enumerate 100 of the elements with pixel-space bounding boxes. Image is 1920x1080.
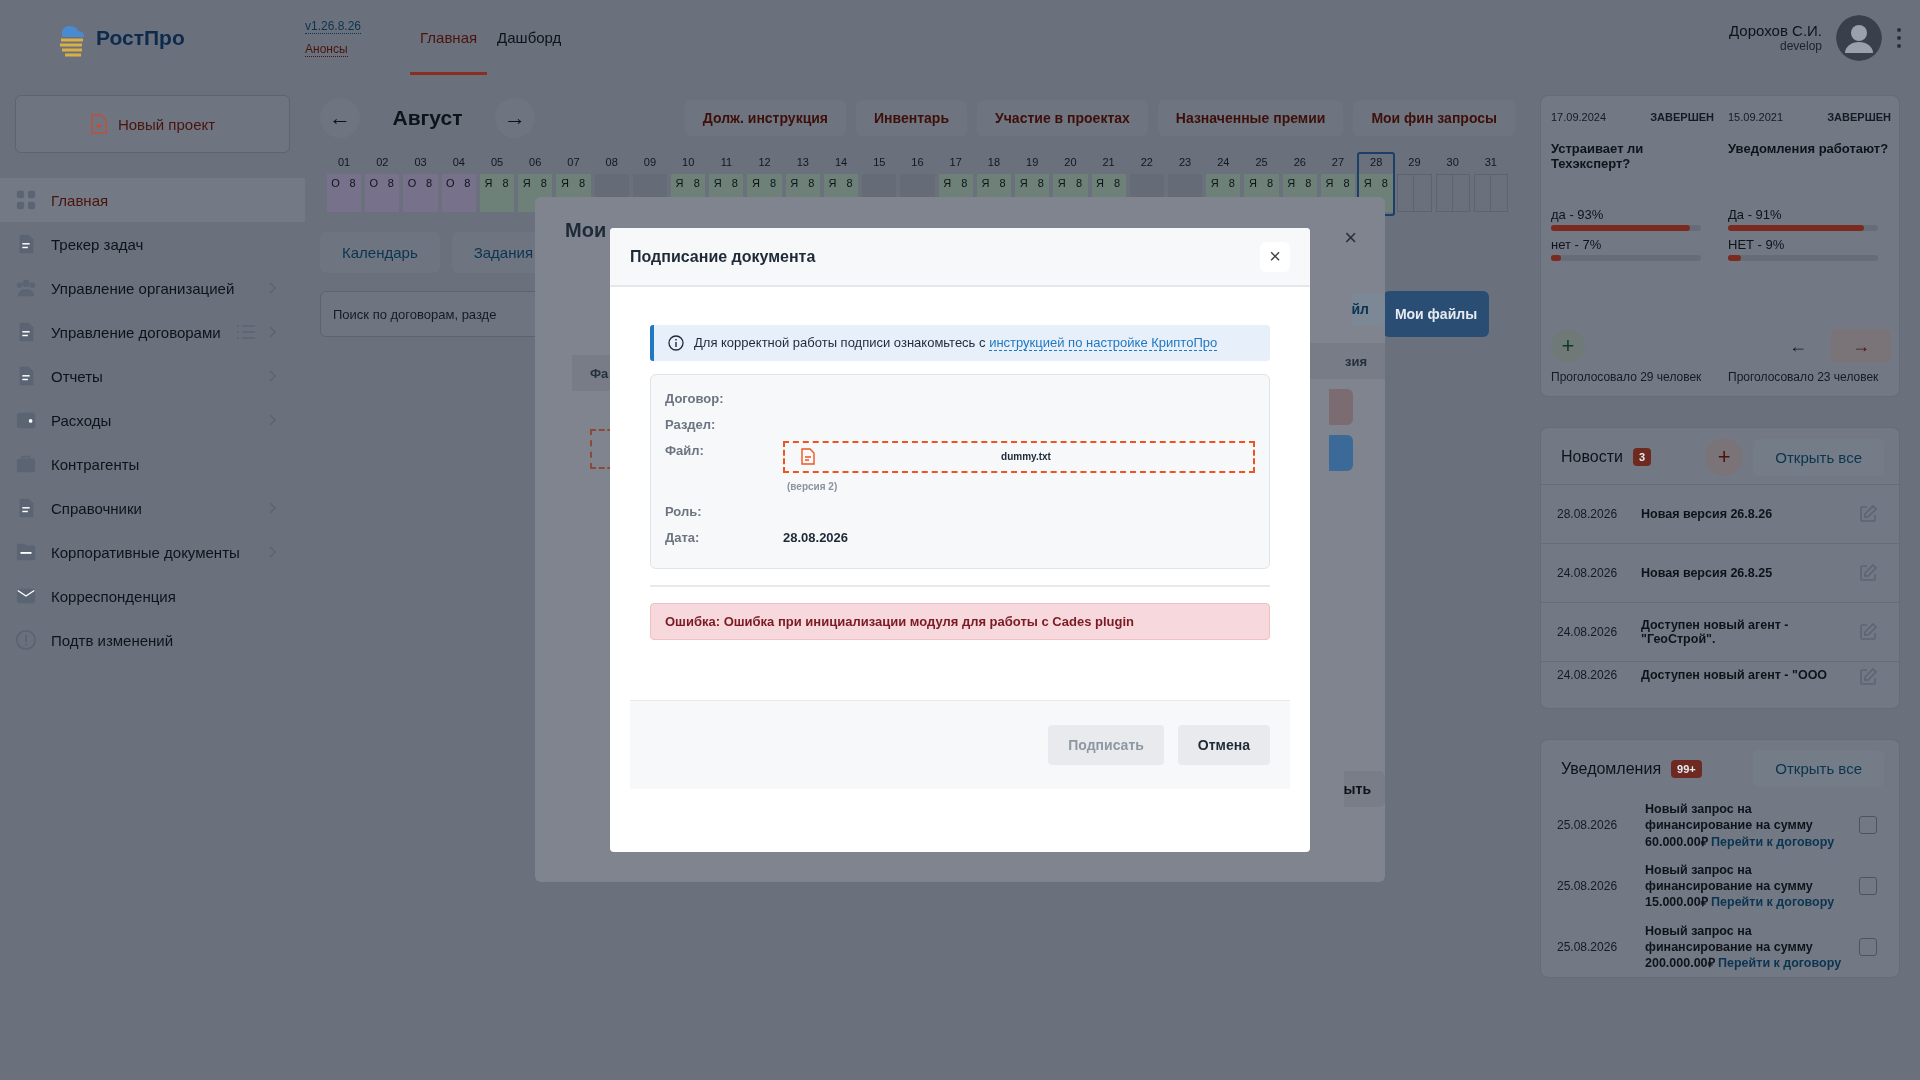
day-number: 10: [681, 156, 696, 170]
view-tab[interactable]: Календарь: [320, 232, 440, 273]
sidebar-item[interactable]: Корпоративные документы: [0, 530, 305, 574]
notifications-title: Уведомления: [1561, 759, 1662, 778]
announcements-dropdown[interactable]: Анонсы: [305, 41, 348, 57]
day-mark-cell: Я: [479, 174, 497, 212]
news-title: Новости: [1561, 448, 1623, 466]
field-label: Раздел:: [665, 415, 717, 432]
sidebar-item[interactable]: Контрагенты: [0, 442, 305, 486]
day-number: 14: [833, 156, 849, 170]
poll-votes: Проголосовало 23 человек: [1728, 370, 1880, 384]
news-title-text[interactable]: Доступен новый агент - "ООО: [1641, 668, 1853, 682]
day-number: 21: [1101, 156, 1116, 170]
next-month-button[interactable]: →: [495, 97, 535, 138]
day-number: 07: [566, 156, 581, 170]
poll-option: Да - 91%: [1728, 207, 1891, 222]
news-date: 24.08.2026: [1557, 566, 1619, 580]
error-alert: Ошибка: Ошибка при инициализации модуля для работы с Cades plugin: [650, 602, 1270, 640]
news-date: 28.08.2026: [1557, 507, 1619, 521]
sidebar-item[interactable]: Управление договорами: [0, 310, 305, 354]
day-number: 29: [1407, 156, 1422, 170]
day-mark-cell: О: [365, 174, 383, 212]
day-number: 28: [1369, 156, 1384, 170]
file-name: dummy.txt: [1000, 451, 1052, 463]
quick-link-button[interactable]: Участие в проектах: [977, 99, 1148, 136]
day-mark-cell: О: [441, 174, 459, 212]
sidebar-item[interactable]: Справочники: [0, 486, 305, 530]
nav-tab[interactable]: Главная: [410, 0, 488, 75]
sidebar-item[interactable]: Подтв изменений: [0, 618, 305, 662]
poll-date: 17.09.2024: [1551, 111, 1607, 123]
new-project-button[interactable]: Новый проект: [15, 95, 290, 153]
close-button[interactable]: ×: [1260, 241, 1290, 272]
quick-link-button[interactable]: Мои фин запросы: [1353, 99, 1515, 136]
notification-text: Новый запрос на финансирование на сумму 15.000.00₽ Перейти к договору: [1645, 861, 1836, 911]
contract-link[interactable]: Перейти к договору: [1711, 895, 1835, 910]
sidebar-item[interactable]: Корреспонденция: [0, 574, 305, 618]
day-number: 18: [986, 156, 1002, 170]
day-hours-cell: 8: [497, 174, 515, 212]
contract-link[interactable]: Перейти к договору: [1711, 834, 1835, 849]
day-mark-cell: О: [403, 174, 421, 212]
notification-date: 25.08.2026: [1557, 939, 1619, 954]
count-badge: 99+: [1671, 759, 1702, 778]
day-number: 13: [795, 156, 810, 170]
field-label: Договор:: [665, 389, 725, 406]
file-version: (версия 2): [787, 480, 839, 492]
field-label: Роль:: [665, 502, 703, 519]
poll-option: НЕТ - 9%: [1728, 237, 1891, 252]
nav-tab[interactable]: Дашборд: [487, 0, 572, 75]
quick-link-button[interactable]: Инвентарь: [856, 99, 967, 136]
day-hours-cell: 8: [382, 174, 400, 212]
news-title-text[interactable]: Новая версия 26.8.25: [1641, 566, 1853, 580]
version-dropdown[interactable]: v1.26.8.26: [305, 18, 362, 34]
notification-text: Новый запрос на финансирование на сумму 60.000.00₽ Перейти к договору: [1645, 801, 1836, 850]
day-number: 16: [910, 156, 925, 170]
add-poll-button[interactable]: +: [1551, 329, 1585, 363]
contract-link[interactable]: Перейти к договору: [1718, 956, 1842, 970]
poll-status: ЗАВЕРШЕН: [1827, 111, 1891, 123]
day-number: 23: [1177, 156, 1193, 170]
day-number: 15: [872, 156, 887, 170]
day-number: 24: [1216, 156, 1231, 170]
add-news-button[interactable]: +: [1705, 438, 1744, 476]
poll-option: нет - 7%: [1551, 237, 1714, 252]
sidebar-item[interactable]: Расходы: [0, 398, 305, 442]
upload-button[interactable]: йл: [1351, 293, 1385, 325]
user-role: develop: [1778, 39, 1822, 53]
sidebar-item[interactable]: Управление организацией: [0, 266, 305, 310]
instruction-link[interactable]: инструкцией по настройке КриптоПро: [989, 335, 1218, 351]
file-drop-area[interactable]: dummy.txt: [783, 440, 1255, 473]
day-number: 09: [642, 156, 658, 170]
day-number: 17: [948, 156, 963, 170]
quick-link-button[interactable]: Долж. инструкция: [684, 99, 847, 136]
day-number: 26: [1292, 156, 1307, 170]
quick-link-button[interactable]: Назначенные премии: [1157, 99, 1344, 136]
previous-month-button[interactable]: ←: [320, 97, 360, 138]
notification-date: 25.08.2026: [1557, 879, 1619, 894]
month-title: Август: [391, 105, 464, 130]
day-number: 01: [337, 156, 352, 170]
sidebar-item[interactable]: Трекер задач: [0, 222, 305, 266]
dialog-button[interactable]: Отмена: [1177, 724, 1270, 765]
dialog-title: Мои: [565, 219, 607, 243]
next-poll-button[interactable]: →: [1831, 329, 1891, 363]
close-dialog-button[interactable]: ыть: [1343, 771, 1385, 807]
day-mark-cell: О: [327, 174, 345, 212]
day-number: 12: [757, 156, 772, 170]
day-number: 22: [1139, 156, 1154, 170]
day-number: 06: [528, 156, 543, 170]
column-header: зия: [1310, 343, 1385, 379]
day-number: 25: [1254, 156, 1269, 170]
notification-date: 25.08.2026: [1557, 818, 1619, 833]
news-title-text[interactable]: Доступен новый агент - "ГеоСтрой".: [1641, 618, 1853, 646]
sidebar-item[interactable]: Отчеты: [0, 354, 305, 398]
my-files-button[interactable]: Мои файлы: [1383, 291, 1489, 337]
day-number: 04: [451, 156, 466, 170]
poll-option: да - 93%: [1551, 207, 1714, 222]
close-button[interactable]: ×: [1338, 219, 1363, 257]
sidebar-item[interactable]: Главная: [0, 178, 305, 222]
news-title-text[interactable]: Новая версия 26.8.26: [1641, 507, 1853, 521]
day-number: 30: [1445, 156, 1460, 170]
day-number: 02: [375, 156, 390, 170]
count-badge: 3: [1632, 448, 1652, 466]
